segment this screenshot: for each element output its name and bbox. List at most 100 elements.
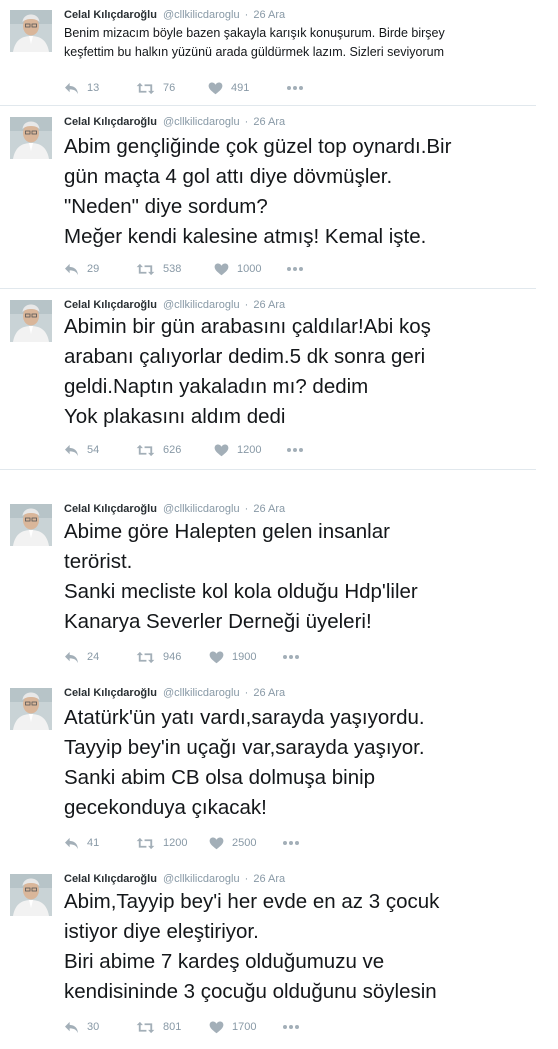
more-options-icon: [286, 266, 304, 272]
like-count: 491: [231, 82, 250, 94]
like-button[interactable]: 2500: [209, 835, 256, 851]
like-count: 1200: [237, 444, 262, 456]
tweet-text-line: Abime göre Halepten gelen insanlar: [64, 520, 390, 543]
avatar[interactable]: [10, 10, 52, 52]
heart-icon: [214, 263, 229, 276]
avatar[interactable]: [10, 874, 52, 916]
like-count: 2500: [232, 837, 257, 849]
retweet-count: 946: [163, 651, 182, 663]
reply-button[interactable]: 30: [64, 1019, 99, 1035]
tweet-header: Celal Kılıçdaroğlu @cllkilicdaroglu · 26…: [64, 686, 285, 700]
tweet[interactable]: Celal Kılıçdaroğlu @cllkilicdaroglu · 26…: [0, 0, 536, 106]
author-name[interactable]: Celal Kılıçdaroğlu: [64, 503, 157, 515]
author-name[interactable]: Celal Kılıçdaroğlu: [64, 873, 157, 885]
tweet[interactable]: Celal Kılıçdaroğlu @cllkilicdaroglu · 26…: [0, 290, 536, 470]
more-options-icon: [286, 85, 304, 91]
retweet-button[interactable]: 626: [136, 442, 181, 458]
retweet-icon: [136, 1021, 155, 1034]
tweet-date[interactable]: 26 Ara: [253, 873, 285, 885]
tweet-header: Celal Kılıçdaroğlu @cllkilicdaroglu · 26…: [64, 872, 285, 886]
tweet-text-line: keşfettim bu halkın yüzünü arada güldürm…: [64, 45, 445, 59]
retweet-button[interactable]: 1200: [136, 835, 187, 851]
like-count: 1000: [237, 263, 262, 275]
author-handle[interactable]: @cllkilicdaroglu: [163, 116, 240, 128]
tweet-date[interactable]: 26 Ara: [253, 687, 285, 699]
tweet[interactable]: Celal Kılıçdaroğlu @cllkilicdaroglu · 26…: [0, 678, 536, 864]
tweet-text: Abimin bir gün arabasını çaldılar!Abi ko…: [64, 312, 524, 432]
retweet-count: 1200: [163, 837, 188, 849]
more-options-icon: [282, 840, 300, 846]
reply-icon: [64, 263, 79, 276]
tweet-text-line: istiyor diye eleştiriyor.: [64, 920, 259, 943]
tweet[interactable]: Celal Kılıçdaroğlu @cllkilicdaroglu · 26…: [0, 107, 536, 289]
retweet-icon: [136, 651, 155, 664]
avatar[interactable]: [10, 117, 52, 159]
retweet-button[interactable]: 801: [136, 1019, 181, 1035]
heart-icon: [209, 651, 224, 664]
author-handle[interactable]: @cllkilicdaroglu: [163, 9, 240, 21]
reply-count: 24: [87, 651, 100, 663]
tweet[interactable]: Celal Kılıçdaroğlu @cllkilicdaroglu · 26…: [0, 494, 536, 678]
reply-icon: [64, 651, 79, 664]
more-options-icon: [286, 447, 304, 453]
tweet-date[interactable]: 26 Ara: [253, 299, 285, 311]
author-handle[interactable]: @cllkilicdaroglu: [163, 299, 240, 311]
tweet-timeline: Celal Kılıçdaroğlu @cllkilicdaroglu · 26…: [0, 0, 558, 1049]
more-button[interactable]: [282, 649, 300, 665]
author-handle[interactable]: @cllkilicdaroglu: [163, 687, 240, 699]
tweet-text-line: Abim,Tayyip bey'i her evde en az 3 çocuk: [64, 890, 440, 913]
author-name[interactable]: Celal Kılıçdaroğlu: [64, 9, 157, 21]
reply-icon: [64, 837, 79, 850]
tweet-text: Abim,Tayyip bey'i her evde en az 3 çocuk…: [64, 887, 524, 1007]
tweet-text-line: terörist.: [64, 550, 133, 573]
like-button[interactable]: 1900: [209, 649, 256, 665]
tweet-date[interactable]: 26 Ara: [253, 116, 285, 128]
tweet-text-line: Tayyip bey'in uçağı var,sarayda yaşıyor.: [64, 736, 425, 759]
tweet-text-line: Yok plakasını aldım dedi: [64, 405, 286, 428]
like-button[interactable]: 491: [208, 80, 249, 96]
author-handle[interactable]: @cllkilicdaroglu: [163, 503, 240, 515]
more-button[interactable]: [282, 1019, 300, 1035]
retweet-count: 801: [163, 1021, 182, 1033]
separator-dot: ·: [244, 503, 249, 515]
reply-button[interactable]: 41: [64, 835, 99, 851]
author-name[interactable]: Celal Kılıçdaroğlu: [64, 687, 157, 699]
more-button[interactable]: [286, 261, 304, 277]
retweet-button[interactable]: 76: [136, 80, 175, 96]
reply-icon: [64, 1021, 79, 1034]
heart-icon: [208, 82, 223, 95]
avatar[interactable]: [10, 688, 52, 730]
retweet-button[interactable]: 946: [136, 649, 181, 665]
author-name[interactable]: Celal Kılıçdaroğlu: [64, 116, 157, 128]
author-name[interactable]: Celal Kılıçdaroğlu: [64, 299, 157, 311]
author-handle[interactable]: @cllkilicdaroglu: [163, 873, 240, 885]
more-options-icon: [282, 654, 300, 660]
tweet-text-line: Sanki mecliste kol kola olduğu Hdp'liler: [64, 580, 418, 603]
reply-button[interactable]: 29: [64, 261, 99, 277]
reply-button[interactable]: 13: [64, 80, 99, 96]
heart-icon: [209, 837, 224, 850]
reply-count: 30: [87, 1021, 100, 1033]
reply-button[interactable]: 24: [64, 649, 99, 665]
tweet-text-line: "Neden" diye sordum?: [64, 195, 268, 218]
tweet-text-line: Sanki abim CB olsa dolmuşa binip: [64, 766, 376, 789]
avatar[interactable]: [10, 504, 52, 546]
like-button[interactable]: 1000: [214, 261, 261, 277]
reply-count: 41: [87, 837, 100, 849]
heart-icon: [214, 444, 229, 457]
tweet-text-line: geldi.Naptın yakaladın mı? dedim: [64, 375, 369, 398]
like-button[interactable]: 1700: [209, 1019, 256, 1035]
like-button[interactable]: 1200: [214, 442, 261, 458]
more-button[interactable]: [286, 80, 304, 96]
retweet-button[interactable]: 538: [136, 261, 181, 277]
reply-button[interactable]: 54: [64, 442, 99, 458]
more-button[interactable]: [282, 835, 300, 851]
avatar[interactable]: [10, 300, 52, 342]
more-options-icon: [282, 1024, 300, 1030]
tweet-text: Abime göre Halepten gelen insanlar terör…: [64, 517, 524, 637]
tweet-date[interactable]: 26 Ara: [253, 9, 285, 21]
tweet-text-line: Atatürk'ün yatı vardı,sarayda yaşıyordu.: [64, 706, 425, 729]
tweet[interactable]: Celal Kılıçdaroğlu @cllkilicdaroglu · 26…: [0, 864, 536, 1049]
more-button[interactable]: [286, 442, 304, 458]
tweet-date[interactable]: 26 Ara: [253, 503, 285, 515]
